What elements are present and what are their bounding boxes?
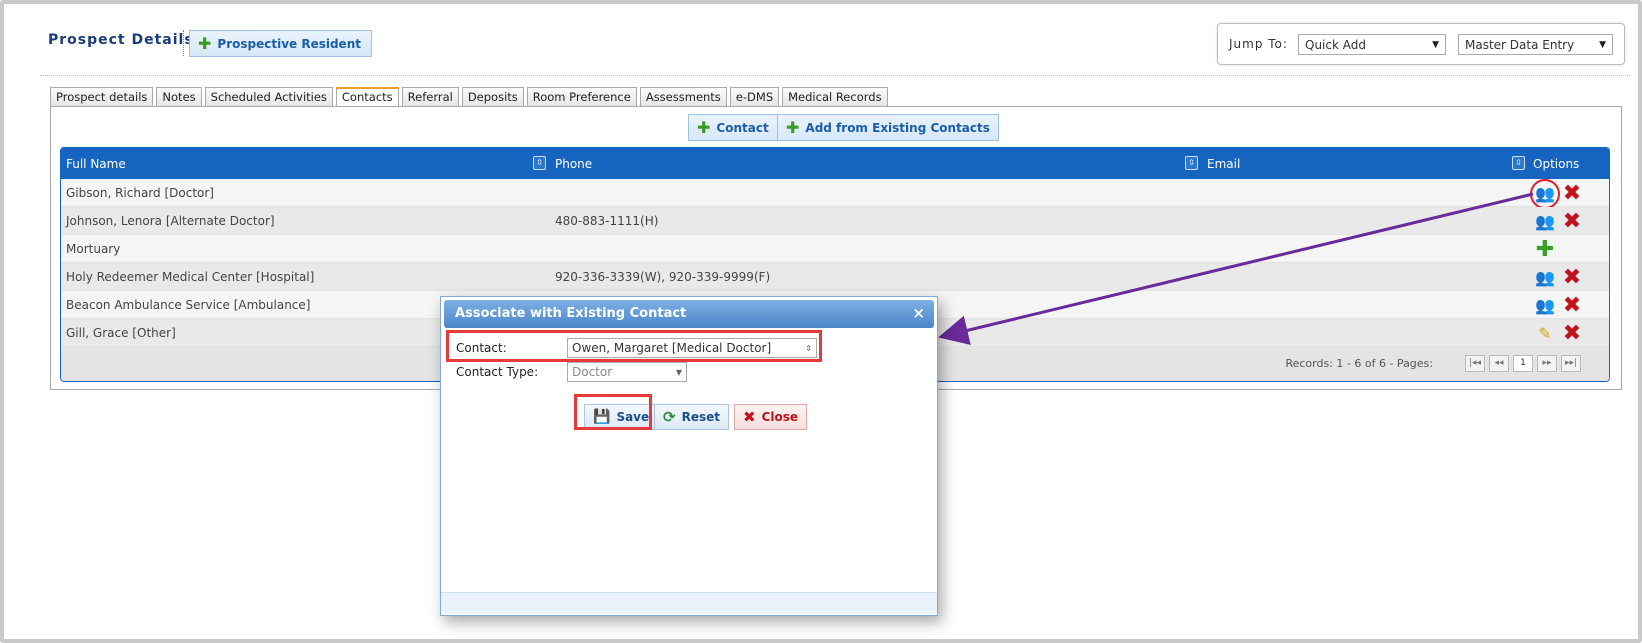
reset-button[interactable]: ⟳ Reset (654, 404, 729, 430)
save-highlight-box (574, 394, 652, 430)
close-icon: ✖ (743, 408, 756, 426)
dialog-close-icon[interactable]: × (912, 304, 925, 322)
reset-label: Reset (681, 410, 720, 424)
associate-contact-dialog: Associate with Existing Contact × Contac… (440, 296, 938, 616)
refresh-icon: ⟳ (663, 408, 676, 426)
contact-type-select-value: Doctor (572, 365, 613, 379)
contact-type-select[interactable]: Doctor ▼ (567, 362, 687, 382)
dialog-title: Associate with Existing Contact (455, 306, 687, 321)
contact-highlight-box (446, 330, 822, 362)
chevron-down-icon: ▼ (675, 367, 682, 377)
contact-type-label: Contact Type: (456, 365, 539, 379)
dialog-footer (441, 592, 937, 614)
close-button[interactable]: ✖ Close (734, 404, 808, 430)
close-label: Close (761, 410, 799, 424)
dialog-title-bar: Associate with Existing Contact × (444, 300, 934, 328)
